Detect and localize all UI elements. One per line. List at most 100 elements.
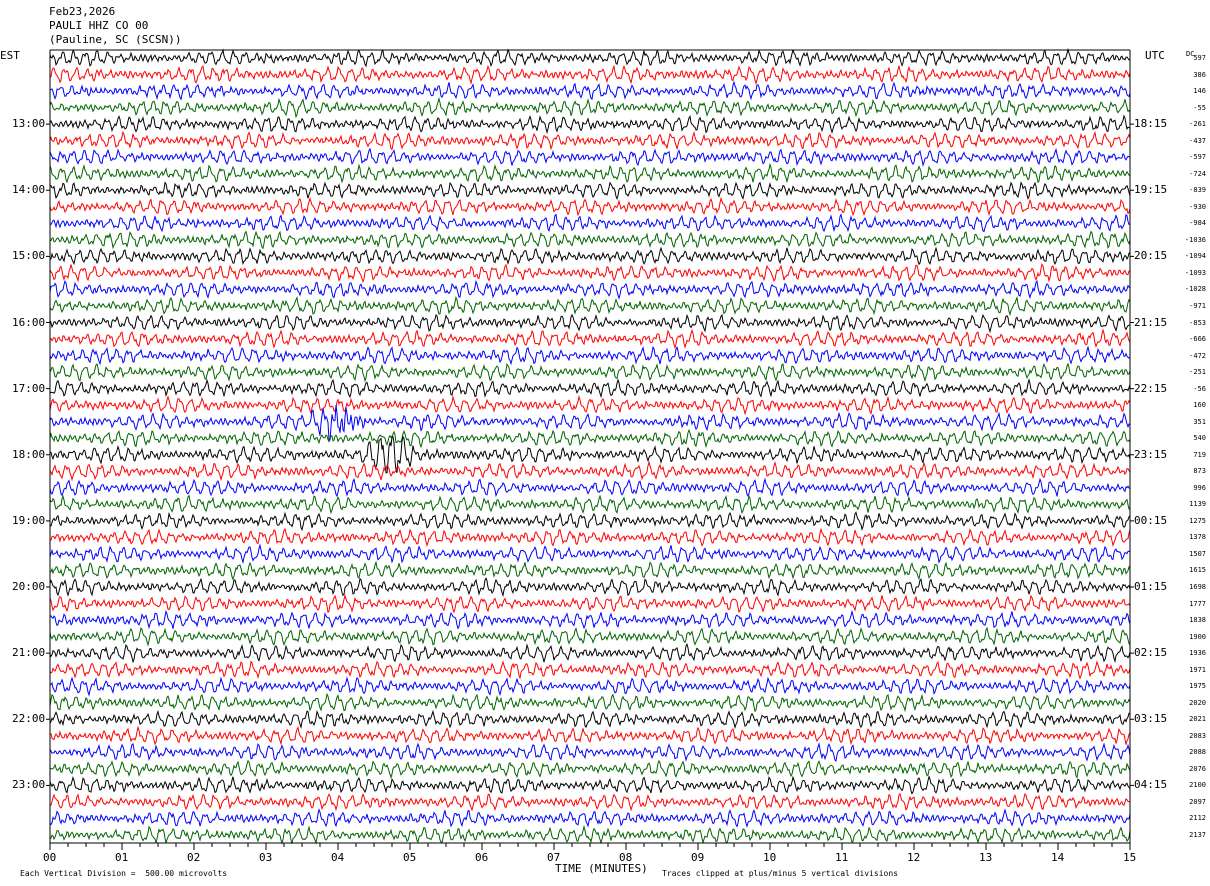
est-hour-label: 15:00 xyxy=(12,249,46,263)
dc-offset-label: 2076 xyxy=(1189,764,1206,773)
est-hour-label: 20:00 xyxy=(12,580,46,594)
trace-22 xyxy=(49,405,1131,441)
trace-34 xyxy=(49,609,1131,630)
dc-offset-label: -1028 xyxy=(1184,285,1206,294)
trace-40 xyxy=(49,709,1131,730)
trace-30 xyxy=(49,543,1131,565)
x-tick-label-03: 03 xyxy=(259,851,273,864)
dc-offset-label: 1975 xyxy=(1189,682,1206,691)
clip-note: Traces clipped at plus/minus 5 vertical … xyxy=(662,869,899,878)
trace-18 xyxy=(49,345,1131,366)
trace-32 xyxy=(49,577,1131,598)
dc-offset-label: 1971 xyxy=(1189,665,1206,674)
dc-offset-label: 873 xyxy=(1193,467,1206,476)
dc-offset-label: 1378 xyxy=(1189,533,1206,542)
dc-offset-label: 540 xyxy=(1193,434,1206,443)
trace-9 xyxy=(49,196,1131,217)
trace-21 xyxy=(49,395,1131,416)
dc-offset-label: 2112 xyxy=(1189,814,1206,823)
dc-offset-label: 160 xyxy=(1193,401,1206,410)
x-tick-label-04: 04 xyxy=(331,851,345,864)
trace-2 xyxy=(49,80,1131,101)
dc-offset-label: 1698 xyxy=(1189,583,1206,592)
dc-offset-label: 2020 xyxy=(1189,698,1206,707)
trace-37 xyxy=(49,660,1131,680)
trace-12 xyxy=(49,246,1131,266)
dc-offset-label: -930 xyxy=(1189,202,1206,211)
trace-0 xyxy=(49,47,1130,68)
trace-5 xyxy=(49,130,1131,151)
dc-offset-label: 351 xyxy=(1193,417,1206,426)
trace-25 xyxy=(49,460,1131,482)
dc-offset-label: -666 xyxy=(1189,335,1206,344)
x-tick-label-00: 00 xyxy=(43,851,57,864)
dc-offset-label: 1275 xyxy=(1189,516,1206,525)
dc-offset-label: 2137 xyxy=(1189,831,1206,839)
trace-8 xyxy=(50,181,1131,200)
dc-offset-label: 719 xyxy=(1193,450,1206,459)
dc-offset-label: -56 xyxy=(1193,384,1206,393)
dc-offset-label: -472 xyxy=(1189,351,1206,360)
x-tick-label-12: 12 xyxy=(907,851,921,864)
trace-46 xyxy=(49,808,1131,829)
x-tick-label-02: 02 xyxy=(187,851,201,864)
trace-33 xyxy=(49,593,1131,614)
dc-offset-label: 996 xyxy=(1193,483,1206,492)
trace-36 xyxy=(49,643,1131,664)
dc-offset-label: -853 xyxy=(1189,318,1206,327)
dc-offset-label: 2083 xyxy=(1189,731,1206,740)
dc-offset-label: 1838 xyxy=(1189,616,1206,625)
dc-offset-label: 146 xyxy=(1193,87,1206,96)
est-hour-label: 18:00 xyxy=(12,447,46,461)
trace-26 xyxy=(49,477,1131,498)
dc-offset-label: 597 xyxy=(1193,54,1206,62)
est-hour-label: 14:00 xyxy=(12,183,46,197)
trace-4 xyxy=(49,114,1131,135)
dc-offset-label: 2021 xyxy=(1189,715,1206,724)
trace-23 xyxy=(49,428,1131,449)
x-tick-label-10: 10 xyxy=(763,851,777,864)
dc-offset-label: 1615 xyxy=(1189,566,1206,575)
dc-offset-label: 1507 xyxy=(1189,549,1206,558)
dc-offset-label: -724 xyxy=(1189,169,1206,178)
trace-19 xyxy=(49,362,1131,383)
x-tick-label-14: 14 xyxy=(1051,851,1065,864)
trace-28 xyxy=(49,511,1131,532)
dc-offset-label: -597 xyxy=(1189,153,1206,162)
trace-13 xyxy=(49,263,1131,284)
dc-offset-label: 1777 xyxy=(1189,599,1206,608)
dc-offset-label: -251 xyxy=(1189,368,1206,377)
trace-31 xyxy=(49,560,1131,581)
dc-offset-label: -55 xyxy=(1193,103,1206,112)
dc-offset-label: -1036 xyxy=(1184,235,1206,244)
dc-offset-label: -971 xyxy=(1189,301,1206,310)
trace-42 xyxy=(49,742,1131,762)
trace-11 xyxy=(49,230,1131,250)
dc-offset-label: 2100 xyxy=(1189,781,1206,790)
x-tick-label-05: 05 xyxy=(403,851,417,864)
trace-20 xyxy=(49,378,1131,399)
est-hour-label: 17:00 xyxy=(12,381,46,395)
trace-27 xyxy=(49,494,1131,515)
trace-14 xyxy=(49,279,1131,300)
x-tick-label-11: 11 xyxy=(835,851,849,864)
trace-1 xyxy=(49,64,1131,86)
trace-6 xyxy=(49,147,1131,168)
trace-10 xyxy=(49,213,1131,233)
x-tick-label-06: 06 xyxy=(475,851,489,864)
trace-41 xyxy=(49,725,1131,746)
dc-offset-label: -1093 xyxy=(1184,268,1206,277)
trace-38 xyxy=(49,676,1131,697)
trace-15 xyxy=(49,296,1131,317)
dc-offset-label: 1900 xyxy=(1189,632,1206,641)
est-hour-label: 21:00 xyxy=(12,646,46,660)
est-hour-label: 16:00 xyxy=(12,315,46,329)
trace-44 xyxy=(49,775,1131,795)
trace-7 xyxy=(49,162,1131,184)
est-hour-label: 23:00 xyxy=(12,778,46,792)
dc-offset-label: -437 xyxy=(1189,136,1206,145)
helicorder-plot xyxy=(46,47,1134,850)
x-axis-label: TIME (MINUTES) xyxy=(555,862,648,875)
trace-group xyxy=(49,47,1131,845)
trace-43 xyxy=(49,759,1131,780)
